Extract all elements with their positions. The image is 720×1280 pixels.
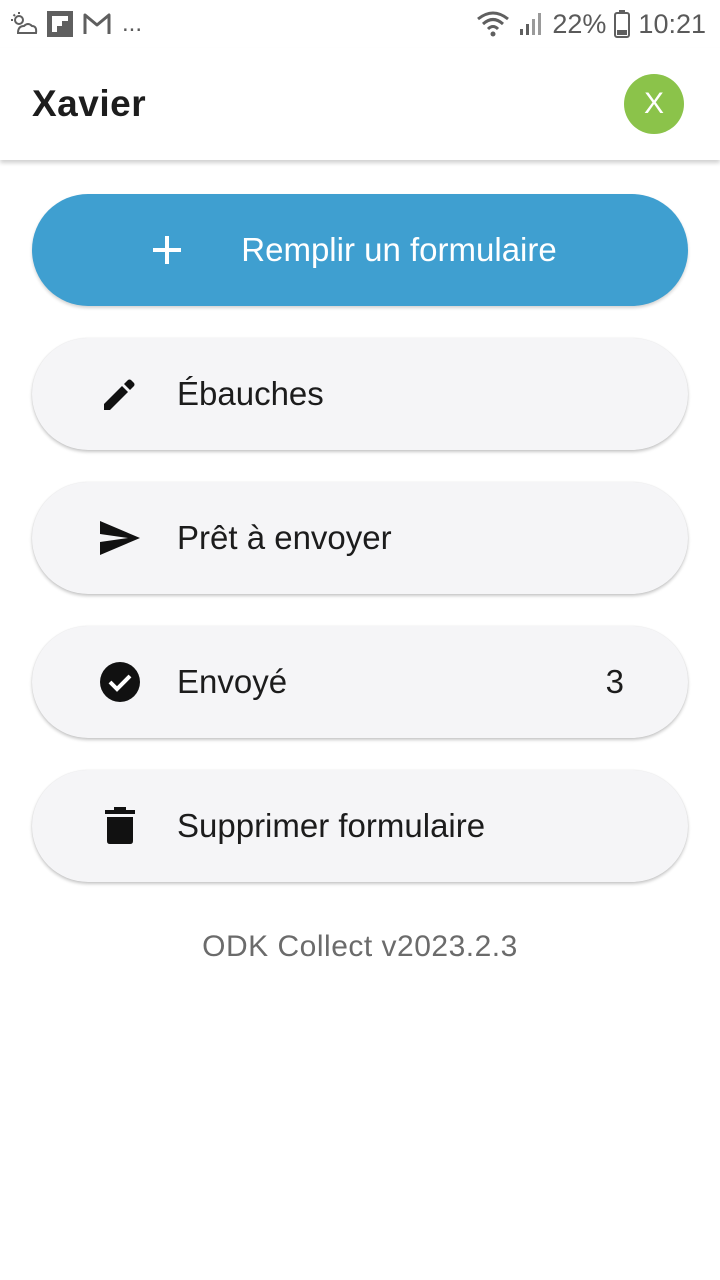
app-bar: Xavier X <box>0 48 720 160</box>
sent-count-badge: 3 <box>605 663 624 700</box>
app-version: ODK Collect v2023.2.3 <box>202 930 518 963</box>
signal-icon <box>520 13 542 35</box>
delete-form-button[interactable]: Supprimer formulaire <box>32 770 688 882</box>
project-avatar-button[interactable]: X <box>624 74 684 134</box>
status-bar-notifications: ... <box>10 10 142 38</box>
wifi-icon <box>477 11 510 37</box>
send-icon <box>98 516 142 560</box>
drafts-button[interactable]: Ébauches <box>32 338 688 450</box>
sent-button[interactable]: Envoyé 3 <box>32 626 688 738</box>
clock: 10:21 <box>638 8 706 39</box>
battery-icon <box>614 10 631 38</box>
battery-percent: 22% <box>552 8 607 39</box>
delete-form-label: Supprimer formulaire <box>177 807 486 844</box>
check-circle-icon <box>98 660 142 704</box>
status-bar-system: 22% 10:21 <box>476 9 706 40</box>
pencil-icon <box>98 372 142 416</box>
trash-icon <box>98 804 142 848</box>
project-title: Xavier <box>32 83 147 124</box>
main-menu-screen: ... 22% 10:21 Xavier X Remplir un formul… <box>0 0 720 1280</box>
plus-icon <box>153 236 182 264</box>
ready-to-send-button[interactable]: Prêt à envoyer <box>32 482 688 594</box>
weather-icon <box>11 12 38 34</box>
fill-form-button[interactable]: Remplir un formulaire <box>32 194 688 306</box>
flipboard-icon <box>47 11 73 37</box>
fill-form-label: Remplir un formulaire <box>241 231 557 268</box>
ready-to-send-label: Prêt à envoyer <box>177 519 392 556</box>
status-bar: ... 22% 10:21 <box>0 0 720 48</box>
more-notifications-indicator: ... <box>122 10 143 37</box>
drafts-label: Ébauches <box>177 375 324 412</box>
sent-label: Envoyé <box>177 663 288 700</box>
avatar-letter: X <box>643 87 664 120</box>
gmail-icon <box>83 13 111 34</box>
